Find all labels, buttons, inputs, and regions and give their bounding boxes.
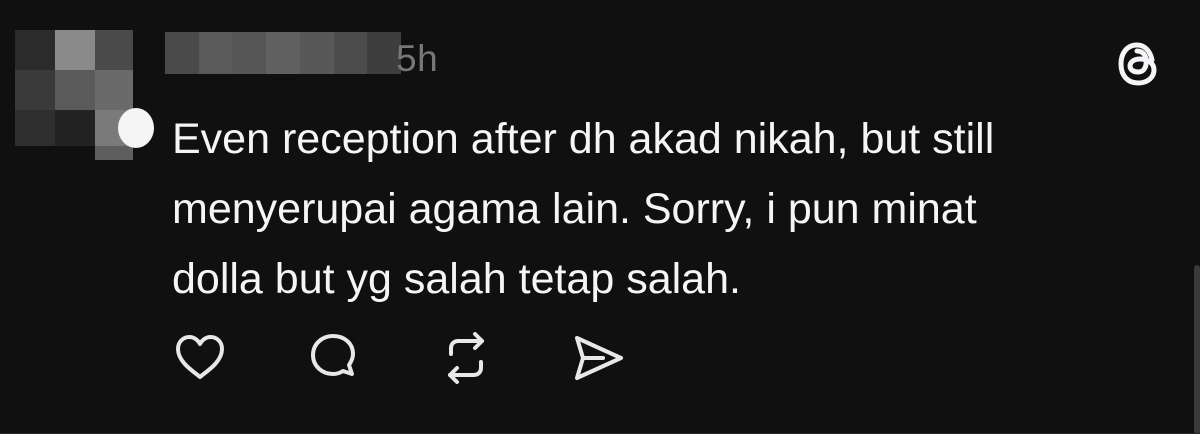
like-button[interactable] [172, 330, 228, 386]
comment-bubble-icon [311, 334, 355, 376]
repost-icon [448, 332, 484, 384]
send-icon [575, 336, 623, 380]
post-text-line: Even reception after dh akad nikah, but … [172, 115, 995, 163]
post-text-line: dolla but yg salah tetap salah. [172, 255, 741, 303]
username-redacted[interactable] [165, 32, 402, 74]
scrollbar[interactable] [1194, 265, 1200, 434]
post-body: Even reception after dh akad nikah, but … [172, 104, 1172, 314]
share-button[interactable] [571, 330, 627, 386]
reply-button[interactable] [305, 330, 361, 386]
heart-icon [176, 335, 224, 379]
repost-button[interactable] [438, 330, 494, 386]
post-text-line: menyerupai agama lain. Sorry, i pun mina… [172, 185, 977, 233]
threads-logo-icon[interactable] [1113, 38, 1165, 90]
post-timestamp: 5h [396, 38, 439, 79]
avatar[interactable] [15, 30, 133, 160]
threads-post: 5h Even reception after dh akad nikah, b… [0, 0, 1200, 434]
follow-badge[interactable] [118, 108, 154, 148]
